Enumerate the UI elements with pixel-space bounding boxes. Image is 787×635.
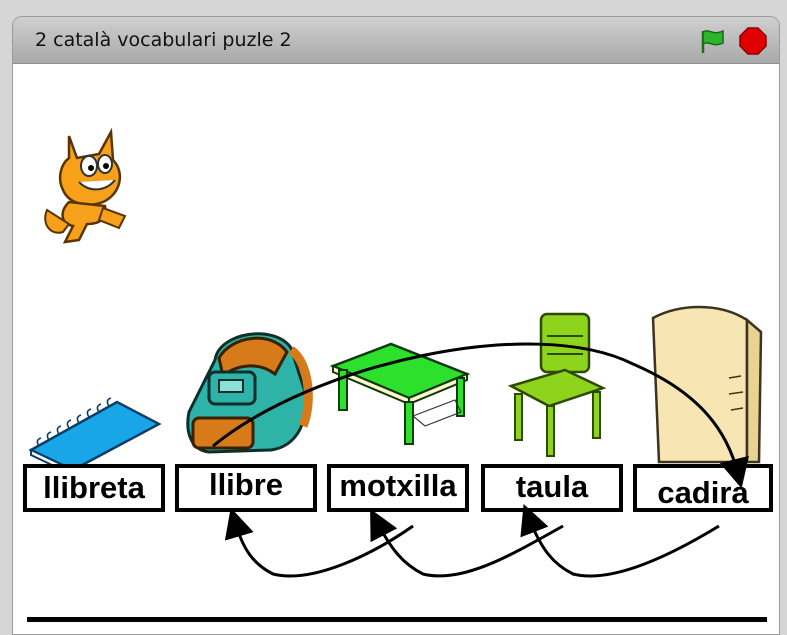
stop-sign-icon[interactable]: [739, 27, 767, 55]
stage-canvas: llibreta llibre motxilla taula cadira: [13, 64, 779, 634]
stage-window: 2 català vocabulari puzle 2 llibreta lli…: [12, 16, 780, 635]
baseline-divider: [27, 617, 767, 622]
arrow-to-taula: [520, 504, 720, 578]
project-title: 2 català vocabulari puzle 2: [35, 29, 292, 51]
arrow-llibre-to-cadira: [212, 342, 749, 489]
arrow-to-llibre: [224, 507, 414, 578]
title-bar: 2 català vocabulari puzle 2: [13, 17, 779, 64]
green-flag-icon[interactable]: [697, 27, 727, 55]
arrows-overlay: [212, 342, 749, 578]
